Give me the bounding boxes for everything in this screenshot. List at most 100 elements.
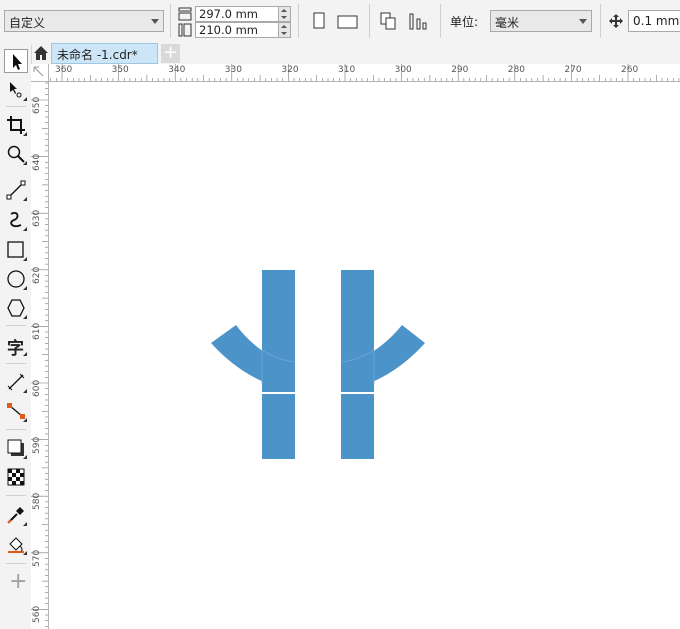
freehand-tool[interactable] bbox=[4, 178, 28, 202]
units-value: 毫米 bbox=[495, 16, 520, 30]
flyout-indicator bbox=[23, 352, 27, 356]
welcome-screen-tab[interactable] bbox=[32, 44, 50, 62]
chevron-down-icon bbox=[579, 19, 587, 24]
drawing-canvas[interactable] bbox=[49, 82, 680, 629]
right-bar-bottom[interactable] bbox=[341, 394, 374, 459]
rectangle-tool[interactable] bbox=[4, 238, 28, 262]
ruler-label: 310 bbox=[338, 65, 356, 75]
page-height-input[interactable]: 210.0 mm bbox=[195, 22, 279, 38]
ruler-origin-icon bbox=[33, 66, 44, 77]
ruler-label: 630 bbox=[32, 210, 42, 228]
ruler-origin[interactable] bbox=[31, 64, 49, 82]
text-tool-icon: 字 bbox=[7, 339, 24, 359]
ruler-label: 260 bbox=[621, 65, 639, 75]
add-tool-icon: + bbox=[9, 569, 28, 594]
ruler-label: 340 bbox=[168, 65, 186, 75]
page-size-value: 自定义 bbox=[9, 16, 46, 30]
separator bbox=[170, 4, 171, 38]
connector-tool[interactable] bbox=[4, 399, 28, 423]
transparency-tool[interactable] bbox=[4, 465, 28, 489]
page-width-input[interactable]: 297.0 mm bbox=[195, 6, 279, 22]
chevron-down-icon bbox=[151, 19, 159, 24]
page-width-spinner[interactable] bbox=[279, 6, 291, 22]
separator bbox=[6, 363, 26, 364]
pick-tool-icon bbox=[13, 54, 22, 70]
flyout-indicator bbox=[23, 389, 27, 393]
portrait-icon bbox=[313, 12, 325, 29]
flyout-indicator bbox=[23, 257, 27, 261]
flyout-indicator bbox=[23, 418, 27, 422]
color-eyedropper-tool[interactable] bbox=[4, 503, 28, 527]
flyout-indicator bbox=[23, 522, 27, 526]
flyout-indicator bbox=[23, 132, 27, 136]
ruler-label: 640 bbox=[32, 153, 42, 171]
new-document-button[interactable]: + bbox=[161, 44, 180, 63]
all-pages-icon bbox=[380, 12, 396, 30]
ruler-label: 570 bbox=[32, 549, 42, 567]
ruler-label: 350 bbox=[111, 65, 129, 75]
shape-tool[interactable] bbox=[4, 78, 28, 102]
all-pages-button[interactable] bbox=[378, 10, 400, 32]
flyout-indicator bbox=[23, 227, 27, 231]
text-tool[interactable]: 字 bbox=[4, 333, 28, 359]
document-tab-title: 未命名 -1.cdr* bbox=[57, 48, 138, 62]
left-bar-bottom[interactable] bbox=[262, 394, 295, 459]
drop-shadow-tool[interactable] bbox=[4, 436, 28, 460]
page-size-dropdown[interactable]: 自定义 bbox=[4, 10, 164, 32]
vertical-ruler[interactable]: 650 640 630 620 610 600 590 580 570 560 bbox=[31, 81, 49, 629]
current-page-button[interactable] bbox=[406, 10, 428, 32]
units-dropdown[interactable]: 毫米 bbox=[490, 10, 592, 32]
nudge-distance-input[interactable]: 0.1 mm bbox=[628, 10, 680, 32]
ellipse-tool[interactable] bbox=[4, 267, 28, 291]
ruler-label: 580 bbox=[32, 493, 42, 511]
ruler-label: 270 bbox=[564, 65, 582, 75]
ruler-label: 610 bbox=[32, 323, 42, 341]
toolbox: 字 + bbox=[0, 45, 32, 629]
flyout-indicator bbox=[23, 455, 27, 459]
ruler-label: 320 bbox=[281, 65, 299, 75]
interactive-fill-tool[interactable] bbox=[4, 532, 28, 556]
separator bbox=[600, 4, 601, 38]
parallel-dimension-tool[interactable] bbox=[4, 370, 28, 394]
ruler-label: 620 bbox=[32, 266, 42, 284]
pick-tool[interactable] bbox=[4, 49, 28, 73]
flyout-indicator bbox=[23, 315, 27, 319]
ruler-label: 330 bbox=[224, 65, 242, 75]
document-tab[interactable]: 未命名 -1.cdr* bbox=[51, 43, 158, 64]
document-tab-bar: 未命名 -1.cdr* + bbox=[0, 43, 680, 64]
ruler-label: 560 bbox=[32, 606, 42, 624]
ruler-label: 360 bbox=[55, 65, 73, 75]
landscape-icon bbox=[337, 15, 358, 29]
page-width-icon bbox=[178, 7, 192, 21]
flyout-indicator bbox=[23, 551, 27, 555]
horizontal-ruler[interactable]: 360 350 340 330 320 310 300 290 280 270 260 bbox=[31, 64, 680, 82]
page-height-spinner[interactable] bbox=[279, 22, 291, 38]
flyout-indicator bbox=[23, 97, 27, 101]
zoom-tool[interactable] bbox=[4, 142, 28, 166]
artwork bbox=[211, 270, 425, 459]
add-tool-button[interactable]: + bbox=[4, 569, 28, 596]
ruler-label: 300 bbox=[394, 65, 412, 75]
separator bbox=[369, 4, 370, 38]
artistic-media-tool[interactable] bbox=[4, 208, 28, 232]
nudge-icon bbox=[609, 14, 623, 28]
page-height-row: 210.0 mm bbox=[178, 22, 292, 38]
ruler-label: 600 bbox=[32, 379, 42, 397]
current-page-icon bbox=[409, 13, 427, 30]
crop-tool[interactable] bbox=[4, 113, 28, 137]
portrait-button[interactable] bbox=[308, 10, 330, 32]
flyout-indicator bbox=[23, 161, 27, 165]
ruler-label: 290 bbox=[451, 65, 469, 75]
polygon-tool[interactable] bbox=[4, 296, 28, 320]
flyout-indicator bbox=[23, 197, 27, 201]
page-width-row: 297.0 mm bbox=[178, 6, 292, 22]
home-icon bbox=[34, 46, 48, 60]
ruler-label: 280 bbox=[507, 65, 525, 75]
landscape-button[interactable] bbox=[336, 10, 358, 32]
transparency-icon bbox=[7, 468, 25, 486]
ruler-label: 650 bbox=[32, 96, 42, 114]
units-label: 单位: bbox=[450, 15, 479, 29]
shape-group[interactable] bbox=[211, 270, 425, 459]
separator bbox=[440, 4, 441, 38]
ruler-label: 590 bbox=[32, 436, 42, 454]
